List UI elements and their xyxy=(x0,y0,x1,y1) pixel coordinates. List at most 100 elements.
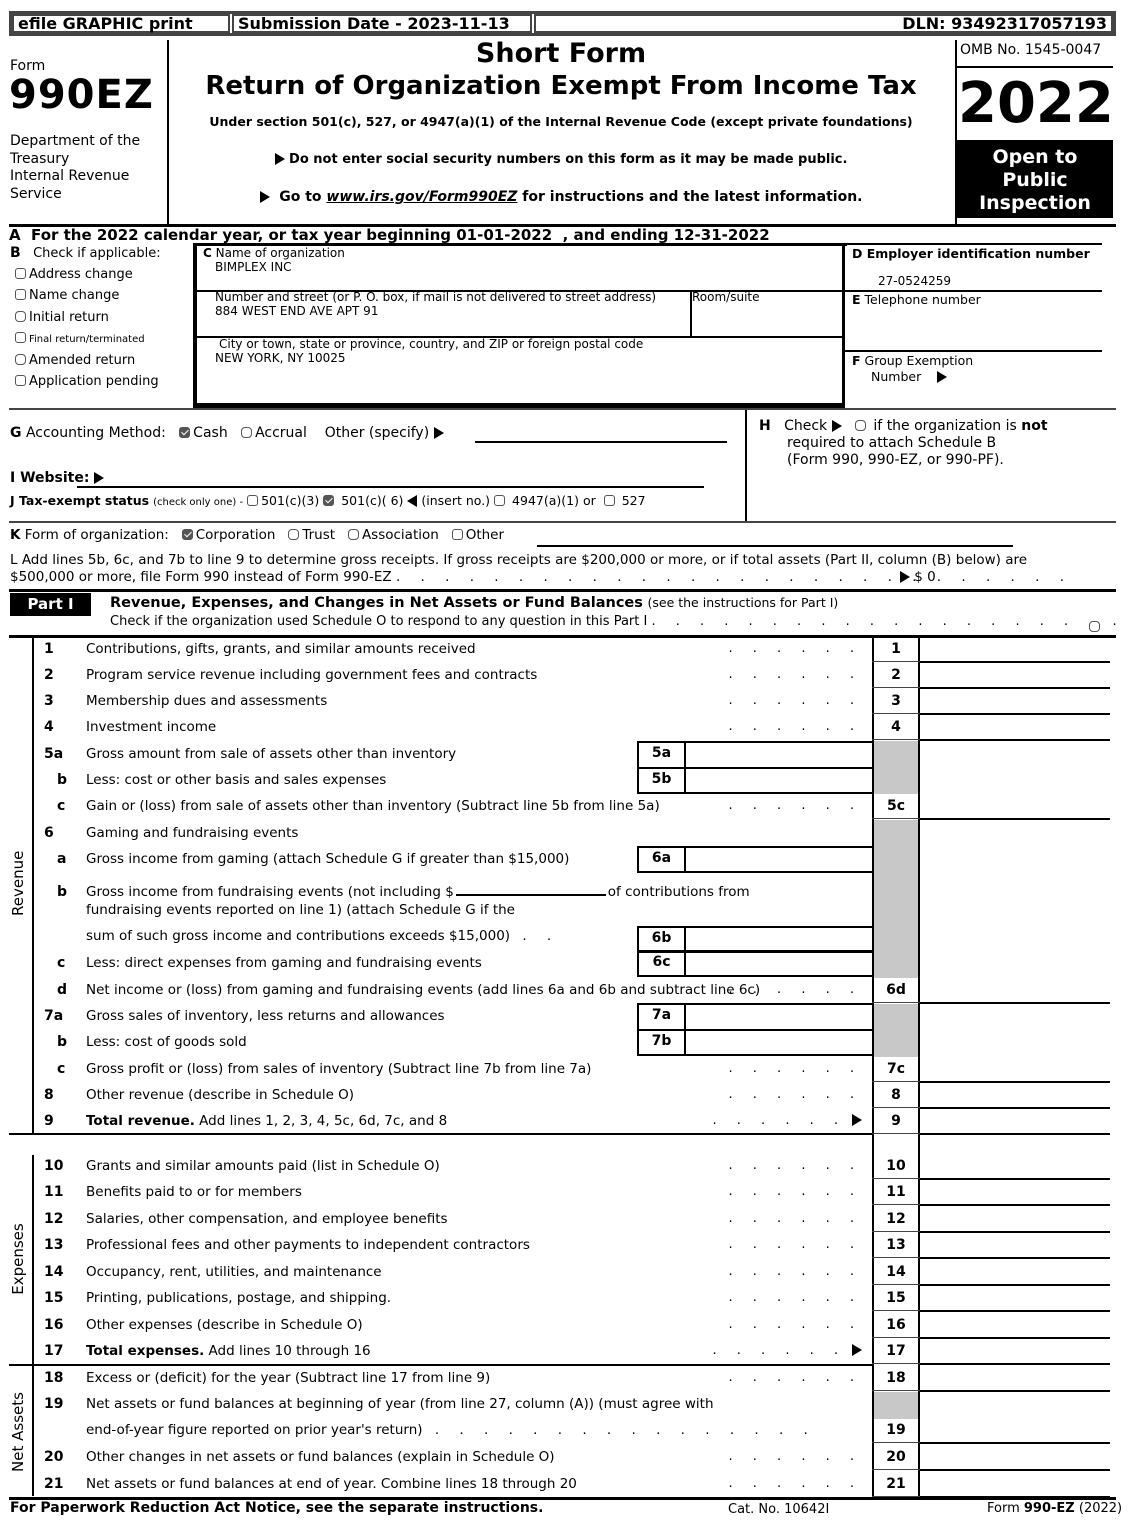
checkbox-checked-icon[interactable] xyxy=(179,427,191,438)
line-description-text: Other changes in net assets or fund bala… xyxy=(86,1449,555,1465)
checkbox-address-change[interactable]: Address change xyxy=(15,264,159,285)
line-description-bold: Total expenses. xyxy=(86,1343,205,1359)
line-description: Benefits paid to or for members xyxy=(86,1184,302,1200)
line-amount-input[interactable] xyxy=(921,1367,1109,1391)
divider xyxy=(918,818,1110,820)
checkbox-checked-icon[interactable] xyxy=(181,529,193,540)
sub-amount-input[interactable] xyxy=(688,950,873,975)
option-corporation[interactable]: Corporation xyxy=(181,527,275,543)
schedule-o-checkbox[interactable] xyxy=(1089,621,1100,632)
line-amount-input[interactable] xyxy=(921,979,1109,1003)
checkbox-icon[interactable] xyxy=(247,495,259,506)
irs-link[interactable]: www.irs.gov/Form990EZ xyxy=(326,189,517,205)
sub-amount-box: 5a xyxy=(637,741,873,768)
radio-accrual[interactable]: Accrual xyxy=(241,425,307,441)
sub-amount-box: 6c xyxy=(637,950,873,977)
line-amount-input[interactable] xyxy=(921,1181,1109,1205)
sub-amount-input[interactable] xyxy=(688,1003,873,1030)
sub-box-label: 6a xyxy=(639,846,686,871)
sub-amount-input[interactable] xyxy=(688,846,873,871)
city-field[interactable]: City or town, state or province, country… xyxy=(215,337,643,365)
checkbox-name-change[interactable]: Name change xyxy=(15,285,159,306)
radio-cash[interactable]: Cash xyxy=(179,425,228,441)
line-amount-input[interactable] xyxy=(921,716,1109,740)
checkbox-amended-return[interactable]: Amended return xyxy=(15,350,159,371)
line-amount-input[interactable] xyxy=(921,1473,1109,1497)
sub-box-label: 5a xyxy=(639,741,686,768)
checkbox-checked-icon[interactable] xyxy=(323,495,335,506)
arrow-icon xyxy=(852,1344,862,1356)
other-specify-input[interactable] xyxy=(475,441,727,443)
catalog-number: Cat. No. 10642I xyxy=(728,1502,830,1517)
schedule-b-checkbox[interactable] xyxy=(854,420,866,431)
checkbox-icon[interactable] xyxy=(15,375,26,387)
option-4947[interactable]: 4947(a)(1) or xyxy=(494,493,596,508)
line-amount-input[interactable] xyxy=(921,1234,1109,1258)
dot-leader: . . . . . . xyxy=(728,1264,862,1279)
checkbox-application-pending[interactable]: Application pending xyxy=(15,371,159,392)
street-field[interactable]: Number and street (or P. O. box, if mail… xyxy=(215,290,656,318)
divider xyxy=(918,1469,1110,1471)
option-other[interactable]: Other xyxy=(451,527,504,543)
org-name-field[interactable]: C Name of organization BIMPLEX INC xyxy=(203,246,345,274)
option-trust[interactable]: Trust xyxy=(288,527,335,543)
checkbox-final-return[interactable]: Final return/terminated xyxy=(15,328,159,350)
omb-number: OMB No. 1545-0047 xyxy=(960,42,1102,58)
line-amount-input[interactable] xyxy=(921,1314,1109,1338)
divider xyxy=(872,1284,920,1285)
gross-receipts-amount: $ 0 xyxy=(914,569,936,585)
line-amount-input[interactable] xyxy=(921,664,1109,688)
checkbox-icon[interactable] xyxy=(603,495,615,506)
checkbox-icon[interactable] xyxy=(288,529,300,540)
group-exemption-field[interactable]: F Group Exemption Number xyxy=(852,353,973,385)
sub-amount-input[interactable] xyxy=(688,767,873,792)
line-amount-input[interactable] xyxy=(921,1446,1109,1470)
line-amount-input[interactable] xyxy=(921,1155,1109,1179)
line-amount-input[interactable] xyxy=(921,1110,1109,1134)
checkbox-icon[interactable] xyxy=(451,529,463,540)
other-org-input[interactable] xyxy=(537,545,1013,547)
checkbox-icon[interactable] xyxy=(347,529,359,540)
checkbox-icon[interactable] xyxy=(241,427,253,438)
checkbox-icon[interactable] xyxy=(15,310,26,322)
telephone-field[interactable]: E Telephone number xyxy=(852,292,981,307)
fundraising-contributions-input[interactable] xyxy=(455,894,606,896)
line-amount-input[interactable] xyxy=(921,1208,1109,1232)
line-number: 12 xyxy=(44,1211,64,1227)
sub-amount-input[interactable] xyxy=(688,741,873,768)
ein-value: 27-0524259 xyxy=(878,274,952,288)
line-amount-input[interactable] xyxy=(921,1287,1109,1311)
divider xyxy=(872,1337,920,1338)
line-amount-input[interactable] xyxy=(921,1261,1109,1285)
option-527[interactable]: 527 xyxy=(603,493,646,508)
line-number: 8 xyxy=(44,1087,54,1103)
dept-line: Department of the xyxy=(10,133,141,149)
arrow-left-icon xyxy=(407,495,418,507)
line-amount-input[interactable] xyxy=(921,1419,1109,1443)
sub-amount-input[interactable] xyxy=(688,1029,873,1054)
option-association[interactable]: Association xyxy=(347,527,439,543)
option-501c3[interactable]: 501(c)(3) xyxy=(247,493,319,508)
checkbox-icon[interactable] xyxy=(494,495,506,506)
checkbox-icon[interactable] xyxy=(15,331,26,343)
sub-amount-box: 7a xyxy=(637,1003,873,1030)
line-amount-input[interactable] xyxy=(921,638,1109,662)
room-suite-field[interactable]: Room/suite xyxy=(692,290,760,304)
divider xyxy=(918,1204,1110,1206)
option-501c[interactable]: 501(c)( 6) xyxy=(323,493,403,508)
line-amount-input[interactable] xyxy=(921,795,1109,819)
sub-amount-input[interactable] xyxy=(688,926,873,951)
line-number: 10 xyxy=(44,1158,64,1174)
checkbox-icon[interactable] xyxy=(15,268,26,279)
divider xyxy=(918,1133,1110,1135)
line-amount-input[interactable] xyxy=(921,1084,1109,1108)
line-number: 14 xyxy=(44,1264,64,1280)
checkbox-icon[interactable] xyxy=(15,289,26,301)
website-input[interactable] xyxy=(77,486,704,488)
checkbox-icon[interactable] xyxy=(15,354,26,366)
city-label: City or town, state or province, country… xyxy=(219,337,644,351)
line-amount-input[interactable] xyxy=(921,1058,1109,1082)
line-amount-input[interactable] xyxy=(921,1340,1109,1364)
line-amount-input[interactable] xyxy=(921,690,1109,714)
checkbox-initial-return[interactable]: Initial return xyxy=(15,307,159,328)
